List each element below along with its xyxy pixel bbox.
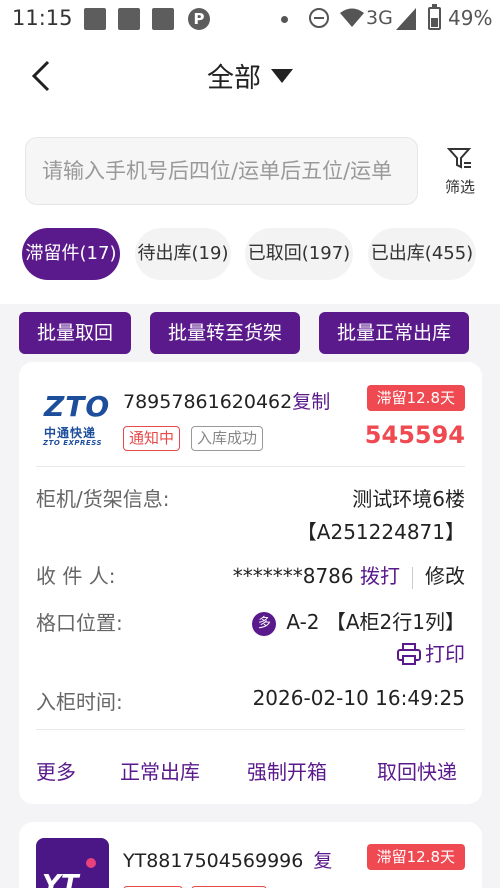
caret-down-icon — [271, 68, 293, 83]
filter-label: 筛选 — [444, 178, 475, 196]
tab-shipped-out[interactable]: 已出库(455) — [368, 228, 476, 280]
parking-app-icon: P — [188, 8, 210, 30]
search-box[interactable] — [25, 137, 418, 205]
locker-name: 测试环境6楼 — [352, 487, 465, 511]
print-label: 打印 — [425, 642, 465, 666]
search-input[interactable] — [26, 138, 417, 204]
wifi-icon — [340, 8, 364, 27]
recipient-phone: *******8786 — [232, 564, 354, 588]
time-label: 入柜时间: — [36, 690, 123, 714]
status-tag: 入库成功 — [191, 426, 264, 451]
multi-badge: 多 — [252, 611, 277, 636]
filter-button[interactable]: 筛选 — [436, 146, 484, 197]
copy-button[interactable]: 复制 — [292, 391, 330, 413]
tracking-number: YT8817504569996 复 — [123, 850, 333, 872]
title-dropdown[interactable]: 全部 — [0, 56, 500, 95]
filter-icon — [446, 148, 472, 169]
recipient-row: *******8786 拨打 修改 — [233, 560, 465, 589]
signal-icon — [396, 8, 416, 30]
status-bar: 11:15 P 3G 49% — [0, 0, 500, 38]
edit-link[interactable]: 修改 — [425, 564, 465, 588]
normal-out-button[interactable]: 正常出库 — [120, 756, 200, 785]
pickup-code: 545594 — [364, 421, 465, 449]
time-value: 2026-02-10 16:49:25 — [252, 686, 465, 710]
battery-percent: 49% — [448, 6, 493, 30]
call-link[interactable]: 拨打 — [360, 564, 400, 588]
separator — [412, 566, 413, 589]
notification-icon — [152, 8, 174, 30]
tab-detained[interactable]: 滞留件(17) — [22, 228, 120, 280]
dot-icon — [281, 16, 288, 23]
force-open-button[interactable]: 强制开箱 — [247, 756, 327, 785]
network-type: 3G — [366, 7, 393, 29]
do-not-disturb-icon — [309, 8, 329, 28]
retrieve-parcel-button[interactable]: 取回快递 — [377, 756, 457, 785]
stay-days-badge: 滞留12.8天 — [366, 844, 465, 870]
slot-value: A-2 【A柜2行1列】 — [286, 610, 465, 634]
batch-normal-out-button[interactable]: 批量正常出库 — [319, 312, 469, 354]
tracking-number: 78957861620462复制 — [123, 391, 331, 413]
status-tabs: 滞留件(17) 待出库(19) 已取回(197) 已出库(455) — [0, 228, 500, 284]
slot-row: 多 A-2 【A柜2行1列】 — [252, 606, 465, 636]
recipient-label: 收 件 人: — [36, 564, 116, 588]
print-button[interactable]: 打印 — [397, 638, 465, 667]
more-button[interactable]: 更多 — [36, 756, 76, 785]
locker-id: 【A251224871】 — [296, 520, 465, 544]
yto-logo: YT — [36, 838, 109, 888]
stay-days-badge: 滞留12.8天 — [366, 385, 465, 411]
header: 全部 筛选 滞留件(17) 待出库(19) 已取回(197) 已出库(455) — [0, 38, 500, 304]
parcel-card: ZTO 中通快递 ZTO EXPRESS 78957861620462复制 滞留… — [19, 362, 482, 804]
status-time: 11:15 — [12, 6, 73, 30]
tab-retrieved[interactable]: 已取回(197) — [245, 228, 353, 280]
divider — [36, 729, 465, 730]
notification-icon — [118, 8, 140, 30]
slot-label: 格口位置: — [36, 611, 123, 635]
battery-icon — [428, 4, 441, 30]
batch-retrieve-button[interactable]: 批量取回 — [19, 312, 131, 354]
divider — [36, 466, 465, 467]
printer-icon — [397, 643, 421, 665]
notification-icon — [84, 8, 106, 30]
zto-logo: ZTO 中通快递 ZTO EXPRESS — [43, 390, 111, 447]
copy-button[interactable]: 复 — [313, 850, 332, 872]
locker-label: 柜机/货架信息: — [36, 487, 170, 511]
tab-pending-out[interactable]: 待出库(19) — [135, 228, 231, 280]
page-title: 全部 — [207, 63, 261, 94]
notify-tag: 通知中 — [123, 426, 181, 451]
batch-to-shelf-button[interactable]: 批量转至货架 — [150, 312, 300, 354]
parcel-card: YT YT8817504569996 复 滞留12.8天 — [19, 822, 482, 888]
